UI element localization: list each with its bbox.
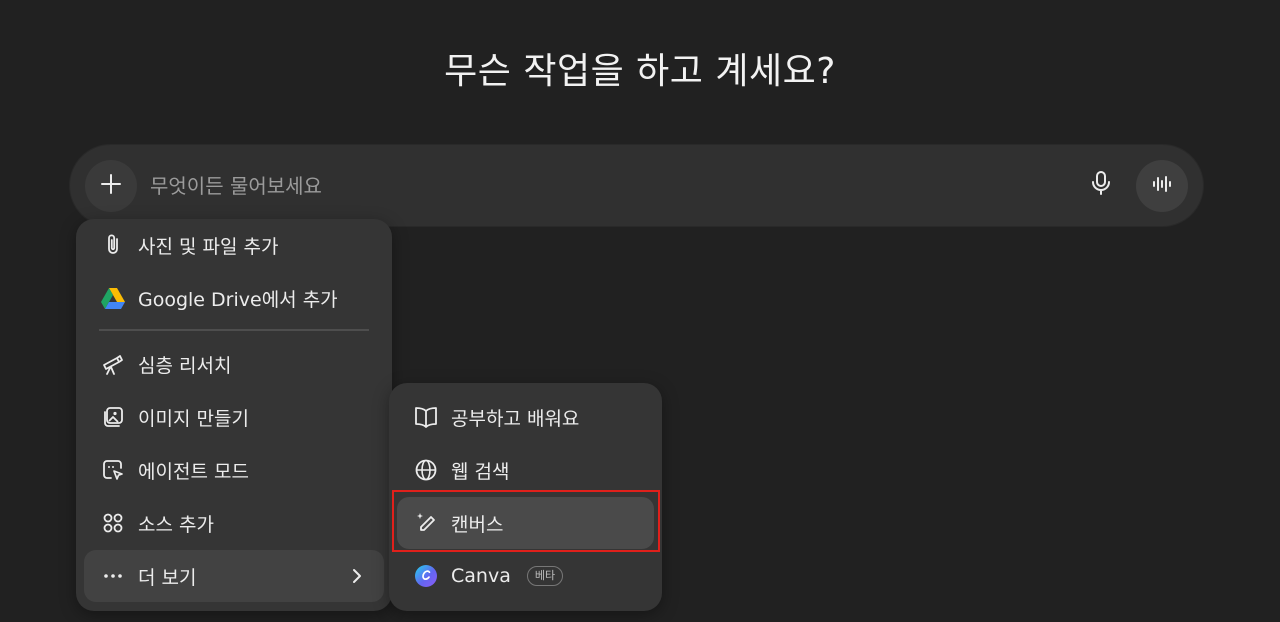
menu-item-label: 사진 및 파일 추가 (138, 235, 279, 258)
attach-menu: 사진 및 파일 추가 Google Drive에서 추가 심층 리서치 이미지 … (76, 219, 392, 611)
menu-item-deep-research[interactable]: 심층 리서치 (84, 338, 384, 390)
menu-item-google-drive[interactable]: Google Drive에서 추가 (84, 272, 384, 324)
more-submenu: 공부하고 배워요 웹 검색 캔버스 Canva 베타 (389, 383, 662, 611)
dictate-button[interactable] (1083, 167, 1119, 203)
menu-item-label: 웹 검색 (451, 460, 510, 483)
submenu-item-study[interactable]: 공부하고 배워요 (397, 391, 654, 443)
beta-badge: 베타 (526, 566, 564, 586)
menu-item-label: 캔버스 (451, 513, 504, 536)
menu-item-add-sources[interactable]: 소스 추가 (84, 497, 384, 549)
menu-item-label: 이미지 만들기 (138, 407, 249, 430)
globe-icon (413, 457, 439, 483)
page-title: 무슨 작업을 하고 계세요? (444, 51, 836, 92)
menu-item-label: 심층 리서치 (138, 354, 232, 377)
plus-icon (99, 172, 123, 200)
google-drive-icon (100, 285, 126, 311)
voice-mode-button[interactable] (1136, 160, 1188, 212)
telescope-icon (100, 351, 126, 377)
menu-item-create-image[interactable]: 이미지 만들기 (84, 391, 384, 443)
sources-icon (100, 510, 126, 536)
microphone-icon (1090, 170, 1112, 200)
menu-item-label: Google Drive에서 추가 (138, 288, 338, 311)
prompt-input[interactable] (148, 165, 1052, 207)
submenu-item-canvas[interactable]: 캔버스 (397, 497, 654, 549)
chevron-right-icon (344, 563, 370, 589)
pen-sparkle-icon (413, 510, 439, 536)
more-dots-icon (100, 563, 126, 589)
attach-plus-button[interactable] (85, 160, 137, 212)
menu-item-label: 에이전트 모드 (138, 460, 249, 483)
book-open-icon (413, 404, 439, 430)
menu-item-label: 소스 추가 (138, 513, 214, 536)
submenu-item-web-search[interactable]: 웹 검색 (397, 444, 654, 496)
menu-item-label: Canva (451, 565, 511, 587)
menu-item-agent-mode[interactable]: 에이전트 모드 (84, 444, 384, 496)
canva-logo-icon (413, 563, 439, 589)
app-root: 무슨 작업을 하고 계세요? 사진 및 파일 추가 (0, 0, 1280, 622)
menu-item-label: 공부하고 배워요 (451, 407, 580, 430)
menu-item-more[interactable]: 더 보기 (84, 550, 384, 602)
menu-divider (99, 329, 369, 331)
composer-bar (70, 145, 1203, 226)
paperclip-icon (100, 232, 126, 258)
voice-waveform-icon (1150, 172, 1174, 200)
image-create-icon (100, 404, 126, 430)
submenu-item-canva[interactable]: Canva 베타 (397, 550, 654, 602)
menu-item-label: 더 보기 (138, 566, 197, 589)
menu-item-add-files[interactable]: 사진 및 파일 추가 (84, 219, 384, 271)
agent-cursor-icon (100, 457, 126, 483)
